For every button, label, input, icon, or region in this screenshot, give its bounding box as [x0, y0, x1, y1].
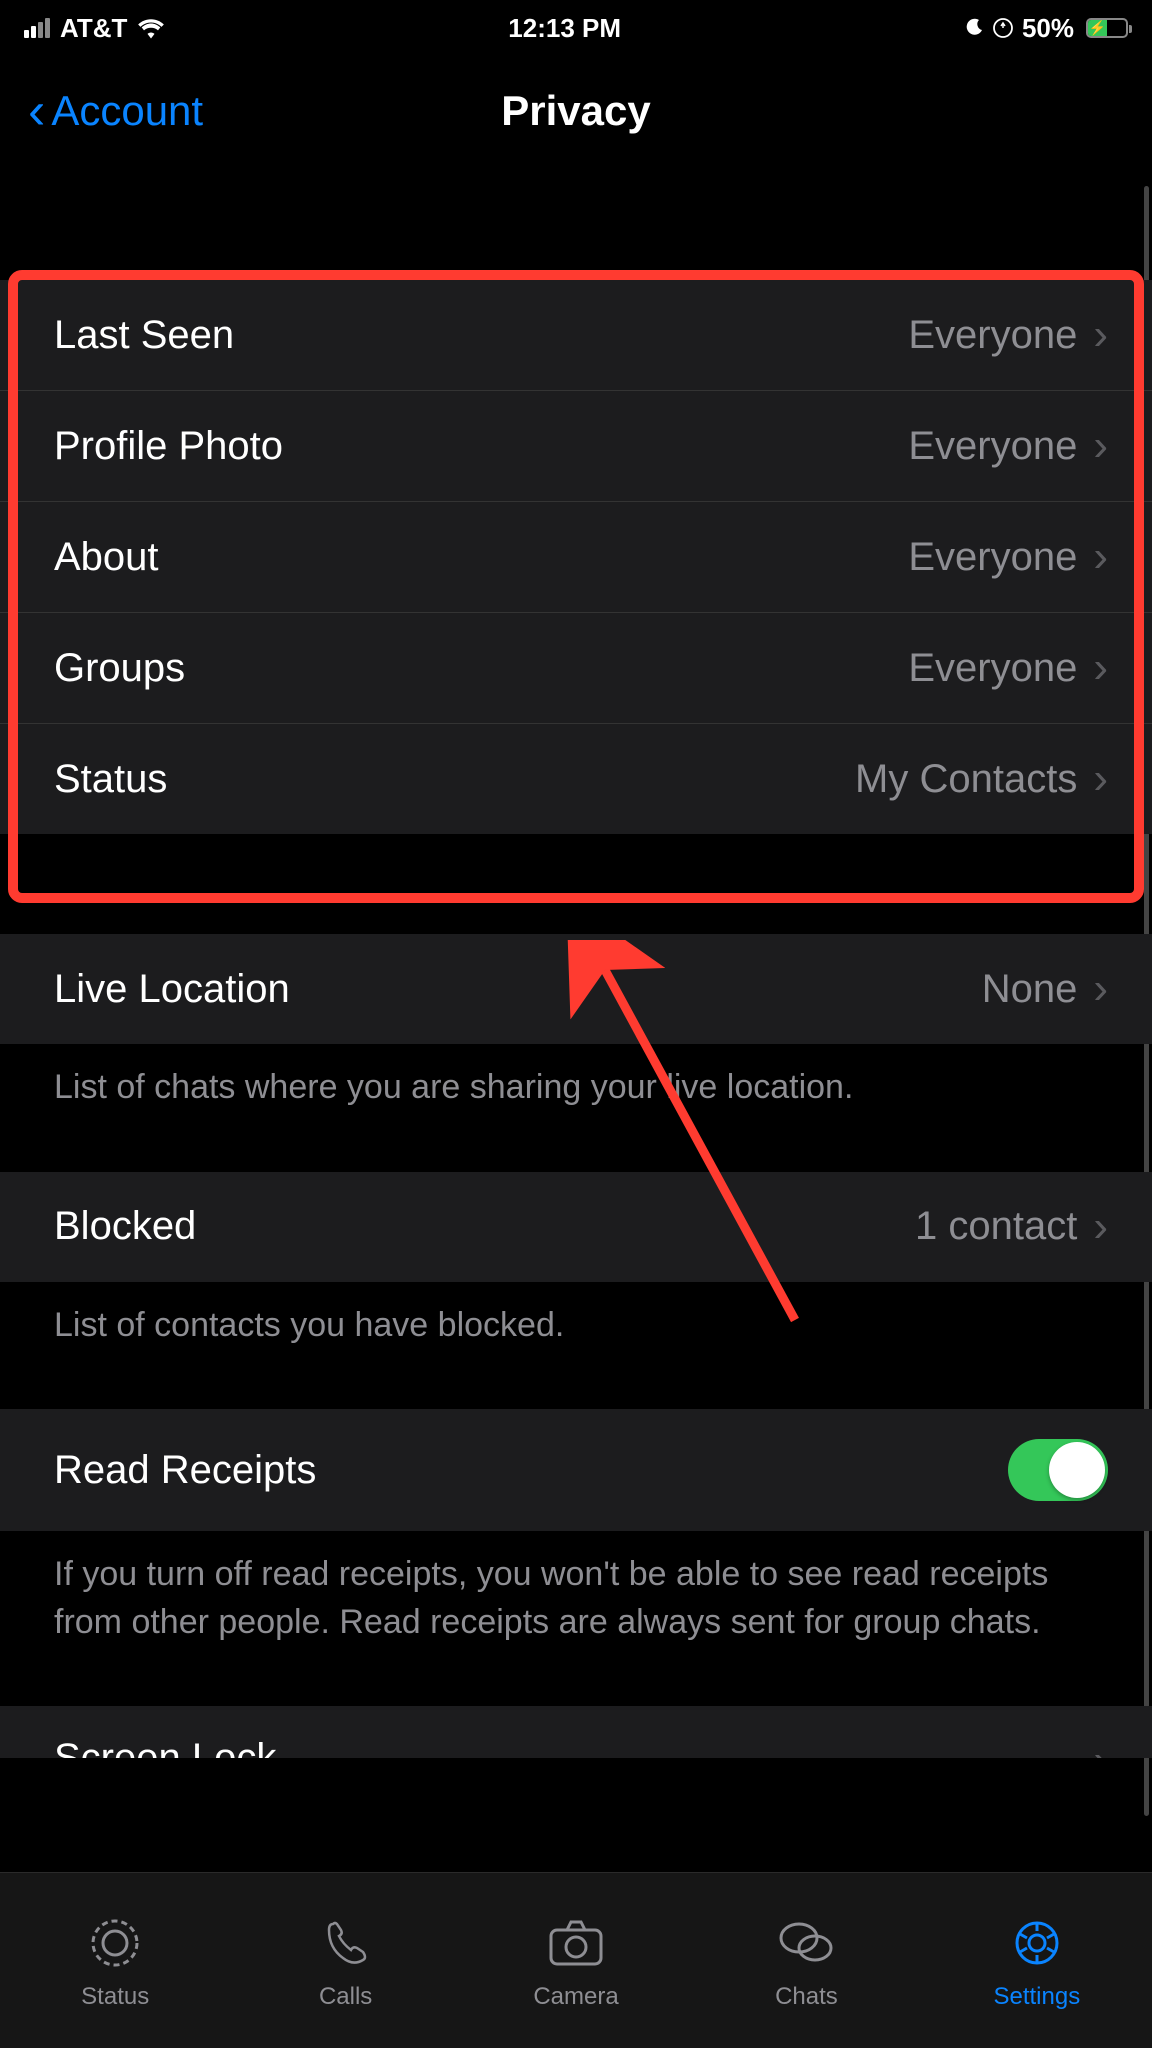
last-seen-row[interactable]: Last Seen Everyone › [0, 280, 1152, 391]
chevron-right-icon: › [1093, 532, 1108, 582]
live-location-row[interactable]: Live Location None › [0, 934, 1152, 1044]
back-label: Account [51, 87, 203, 135]
battery-icon: ⚡ [1086, 18, 1128, 38]
item-label: Live Location [54, 967, 290, 1012]
item-label: About [54, 535, 159, 580]
status-icon [83, 1911, 147, 1975]
tab-label: Calls [319, 1983, 372, 2011]
page-title: Privacy [501, 87, 650, 135]
time-label: 12:13 PM [508, 13, 621, 44]
chevron-left-icon: ‹ [28, 85, 45, 137]
item-value: Everyone [908, 535, 1077, 580]
tab-chats[interactable]: Chats [691, 1873, 921, 2048]
read-receipts-toggle[interactable] [1008, 1439, 1108, 1501]
blocked-row[interactable]: Blocked 1 contact › [0, 1172, 1152, 1282]
back-button[interactable]: ‹ Account [28, 85, 203, 137]
moon-icon [964, 18, 984, 38]
item-value: 1 contact [915, 1204, 1077, 1249]
item-label: Groups [54, 646, 185, 691]
battery-pct-label: 50% [1022, 13, 1074, 44]
gear-icon [1005, 1911, 1069, 1975]
tab-bar: Status Calls Camera Chats Settings [0, 1872, 1152, 2048]
chevron-right-icon: › [1093, 1736, 1108, 1758]
tab-camera[interactable]: Camera [461, 1873, 691, 2048]
item-label: Blocked [54, 1204, 196, 1249]
signal-icon [24, 18, 50, 38]
chevron-right-icon: › [1093, 310, 1108, 360]
groups-row[interactable]: Groups Everyone › [0, 613, 1152, 724]
item-label: Read Receipts [54, 1448, 316, 1493]
read-receipts-footer: If you turn off read receipts, you won't… [0, 1531, 1152, 1666]
phone-icon [314, 1911, 378, 1975]
status-bar: AT&T 12:13 PM 50% ⚡ [0, 0, 1152, 56]
chevron-right-icon: › [1093, 964, 1108, 1014]
tab-label: Chats [775, 1983, 838, 2011]
camera-icon [544, 1911, 608, 1975]
item-label: Last Seen [54, 313, 234, 358]
item-label: Status [54, 757, 167, 802]
rotation-lock-icon [992, 17, 1014, 39]
screen-lock-row[interactable]: Screen Lock › [0, 1706, 1152, 1758]
live-location-footer: List of chats where you are sharing your… [0, 1044, 1152, 1132]
item-value: Everyone [908, 313, 1077, 358]
about-row[interactable]: About Everyone › [0, 502, 1152, 613]
privacy-options-group: Last Seen Everyone › Profile Photo Every… [0, 280, 1152, 834]
item-label: Screen Lock [54, 1736, 276, 1758]
tab-label: Status [81, 1983, 149, 2011]
chevron-right-icon: › [1093, 1202, 1108, 1252]
tab-settings[interactable]: Settings [922, 1873, 1152, 2048]
item-value: Everyone [908, 646, 1077, 691]
status-row[interactable]: Status My Contacts › [0, 724, 1152, 834]
tab-status[interactable]: Status [0, 1873, 230, 2048]
tab-label: Settings [993, 1983, 1080, 2011]
read-receipts-row: Read Receipts [0, 1409, 1152, 1531]
tab-calls[interactable]: Calls [230, 1873, 460, 2048]
profile-photo-row[interactable]: Profile Photo Everyone › [0, 391, 1152, 502]
item-label: Profile Photo [54, 424, 283, 469]
carrier-label: AT&T [60, 13, 127, 44]
wifi-icon [137, 17, 165, 39]
item-value: Everyone [908, 424, 1077, 469]
chevron-right-icon: › [1093, 754, 1108, 804]
chevron-right-icon: › [1093, 643, 1108, 693]
item-value: None [982, 967, 1078, 1012]
blocked-footer: List of contacts you have blocked. [0, 1282, 1152, 1370]
navigation-header: ‹ Account Privacy [0, 56, 1152, 166]
tab-label: Camera [533, 1983, 618, 2011]
chevron-right-icon: › [1093, 421, 1108, 471]
chat-icon [774, 1911, 838, 1975]
item-value: My Contacts [855, 757, 1077, 802]
